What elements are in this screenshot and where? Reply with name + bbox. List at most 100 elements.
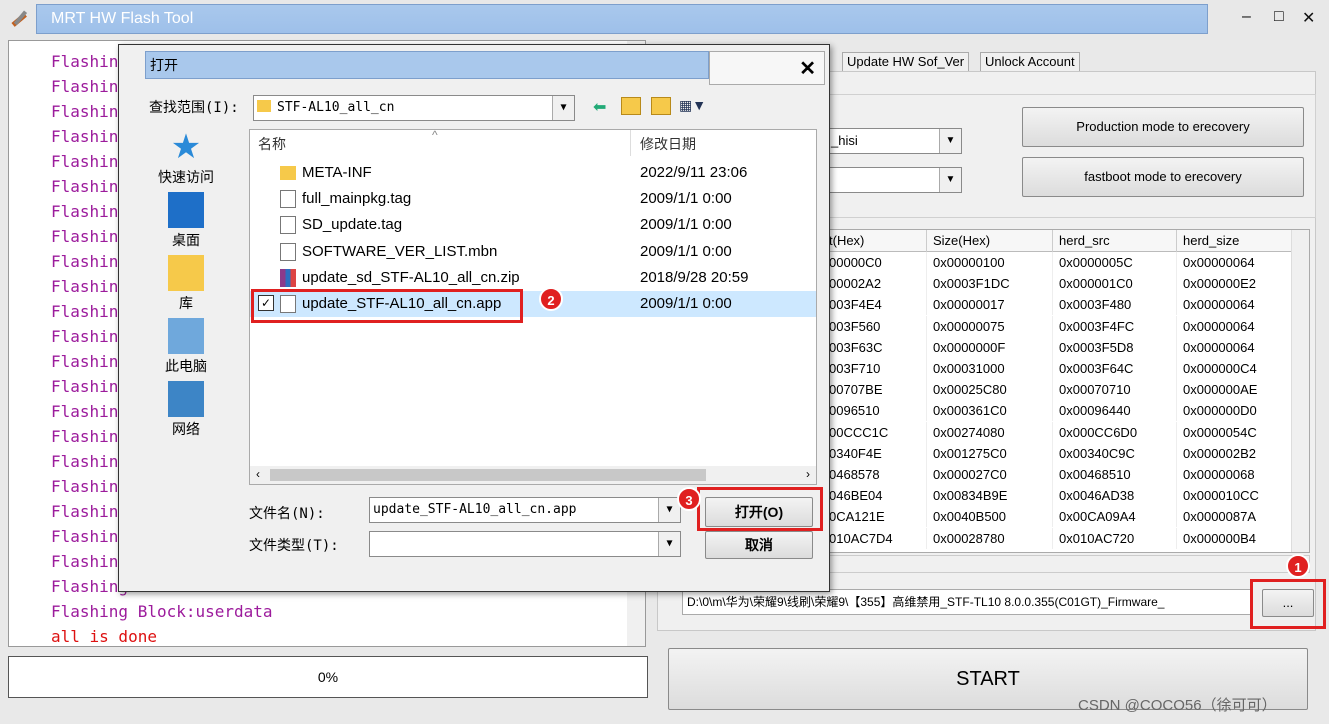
file-row[interactable]: META-INF 2022/9/11 23:06 [250, 160, 816, 186]
file-row[interactable]: full_mainpkg.tag 2009/1/1 0:00 [250, 186, 816, 212]
new-folder-icon[interactable] [651, 97, 671, 115]
table-cell: 0x000010CC [1177, 485, 1293, 507]
scroll-thumb[interactable] [270, 469, 706, 481]
file-date: 2009/1/1 0:00 [640, 242, 732, 260]
secondary-combo[interactable]: ▼ [826, 167, 962, 193]
table-cell: 046BE04 [823, 485, 927, 507]
up-folder-icon[interactable] [621, 97, 641, 115]
platform-combo-value: _hisi [831, 133, 858, 148]
place-item[interactable]: ★ 快速访问 [141, 129, 231, 187]
table-row[interactable]: 0096510 0x000361C0 0x00096440 0x000000D0 [823, 400, 1293, 422]
table-row[interactable]: 046BE04 0x00834B9E 0x0046AD38 0x000010CC [823, 485, 1293, 507]
minimize-button[interactable]: ‒ [1242, 8, 1251, 26]
filename-label: 文件名(N): [249, 506, 325, 522]
table-row[interactable]: 003F710 0x00031000 0x0003F64C 0x000000C4 [823, 358, 1293, 379]
step-badge-3: 3 [677, 487, 701, 511]
folder-icon [257, 100, 271, 112]
column-divider [630, 130, 631, 156]
table-hscrollbar[interactable] [822, 555, 1310, 573]
table-cell: 0x00000068 [1177, 464, 1293, 485]
fastboot-mode-button[interactable]: fastboot mode to erecovery [1022, 157, 1304, 197]
column-header[interactable]: t(Hex) [823, 230, 927, 252]
table-row[interactable]: 00CCC1C 0x00274080 0x000CC6D0 0x0000054C [823, 421, 1293, 443]
file-date: 2009/1/1 0:00 [640, 216, 732, 234]
table-row[interactable]: 010AC7D4 0x00028780 0x010AC720 0x000000B4 [823, 527, 1293, 549]
filename-input[interactable]: update_STF-AL10_all_cn.app ▼ [369, 497, 681, 523]
progress-text: 0% [317, 669, 339, 685]
table-row[interactable]: 0340F4E 0x001275C0 0x00340C9C 0x000002B2 [823, 442, 1293, 464]
place-item[interactable]: 网络 [141, 381, 231, 439]
close-button[interactable]: ✕ [1302, 8, 1315, 28]
place-label: 快速访问 [158, 169, 214, 185]
place-label: 此电脑 [165, 358, 207, 374]
table-row[interactable]: 003F4E4 0x00000017 0x0003F480 0x00000064 [823, 294, 1293, 316]
place-item[interactable]: 库 [141, 255, 231, 313]
table-cell: 0x000000D0 [1177, 400, 1293, 422]
file-list-hscrollbar[interactable]: ‹ › [250, 466, 816, 484]
lookin-value: STF-AL10_all_cn [277, 100, 395, 115]
table-row[interactable]: 0CA121E 0x0040B500 0x00CA09A4 0x0000087A [823, 506, 1293, 528]
chevron-down-icon: ▼ [939, 168, 961, 192]
chevron-down-icon: ▼ [552, 96, 574, 120]
scroll-left-icon[interactable]: ‹ [256, 467, 260, 481]
view-menu-icon[interactable]: ▦▼ [679, 97, 706, 114]
file-row[interactable]: update_sd_STF-AL10_all_cn.zip 2018/9/28 2… [250, 265, 816, 291]
column-header[interactable]: Size(Hex) [927, 230, 1053, 252]
table-row[interactable]: 00000C0 0x00000100 0x0000005C 0x00000064 [823, 252, 1293, 273]
table-cell: 003F4E4 [823, 294, 927, 316]
table-cell: 0x000002B2 [1177, 442, 1293, 464]
table-cell: 003F63C [823, 336, 927, 358]
back-icon[interactable]: ⬅ [593, 97, 606, 117]
file-name: META-INF [302, 164, 372, 181]
table-cell: 0x00028780 [927, 527, 1053, 549]
table-cell: 0x00070710 [1053, 379, 1177, 401]
window-title: MRT HW Flash Tool [51, 10, 194, 27]
step-badge-2: 2 [539, 287, 563, 311]
app-icon [8, 7, 30, 29]
table-row[interactable]: 00002A2 0x0003F1DC 0x000001C0 0x000000E2 [823, 273, 1293, 295]
table-cell: 0x00025C80 [927, 379, 1053, 401]
file-row[interactable]: SD_update.tag 2009/1/1 0:00 [250, 212, 816, 238]
cancel-button[interactable]: 取消 [705, 531, 813, 559]
table-row[interactable]: 0468578 0x000027C0 0x00468510 0x00000068 [823, 464, 1293, 485]
highlight-selected-file [251, 289, 523, 323]
firmware-path-field[interactable]: D:\0\m\华为\荣耀9\线刷\荣耀9\【355】高维禁用_STF-TL10 … [682, 589, 1252, 615]
platform-combo[interactable]: _hisi ▼ [826, 128, 962, 154]
dialog-close-button[interactable]: ✕ [709, 51, 825, 85]
table-cell: 0x000000B4 [1177, 527, 1293, 549]
column-header[interactable]: herd_size [1177, 230, 1293, 252]
table-cell: 003F710 [823, 358, 927, 379]
production-mode-button[interactable]: Production mode to erecovery [1022, 107, 1304, 147]
file-row[interactable]: SOFTWARE_VER_LIST.mbn 2009/1/1 0:00 [250, 239, 816, 265]
filetype-select[interactable]: ▼ [369, 531, 681, 557]
table-cell: 00707BE [823, 379, 927, 401]
column-name[interactable]: 名称 [258, 134, 286, 154]
scroll-right-icon[interactable]: › [806, 467, 810, 481]
table-scrollbar[interactable] [1291, 230, 1309, 552]
table-cell: 0x00834B9E [927, 485, 1053, 507]
library-icon [168, 255, 204, 291]
table-cell: 0x0046AD38 [1053, 485, 1177, 507]
table-row[interactable]: 003F63C 0x0000000F 0x0003F5D8 0x00000064 [823, 336, 1293, 358]
lookin-combo[interactable]: STF-AL10_all_cn ▼ [253, 95, 575, 121]
place-item[interactable]: 桌面 [141, 192, 231, 250]
title-bar-highlight: MRT HW Flash Tool [36, 4, 1208, 34]
place-item[interactable]: 此电脑 [141, 318, 231, 376]
folder-icon [280, 166, 296, 180]
tab-unlock-account[interactable]: Unlock Account [980, 52, 1080, 72]
table-row[interactable]: 00707BE 0x00025C80 0x00070710 0x000000AE [823, 379, 1293, 401]
table-row[interactable]: 003F560 0x00000075 0x0003F4FC 0x00000064 [823, 315, 1293, 337]
table-cell: 0340F4E [823, 442, 927, 464]
table-cell: 0x00000064 [1177, 336, 1293, 358]
column-header[interactable]: herd_src [1053, 230, 1177, 252]
table-cell: 0x000001C0 [1053, 273, 1177, 295]
maximize-button[interactable]: □ [1274, 8, 1284, 26]
file-icon [280, 216, 296, 235]
tab-update-hw-sof-ver[interactable]: Update HW Sof_Ver [842, 52, 970, 72]
table-cell: 0x00000064 [1177, 315, 1293, 337]
highlight-browse [1250, 579, 1326, 629]
partition-table: t(Hex) Size(Hex) herd_src herd_size 0000… [822, 229, 1310, 553]
column-date[interactable]: 修改日期 [640, 134, 696, 154]
computer-icon [168, 318, 204, 354]
table-cell: 0x00274080 [927, 421, 1053, 443]
